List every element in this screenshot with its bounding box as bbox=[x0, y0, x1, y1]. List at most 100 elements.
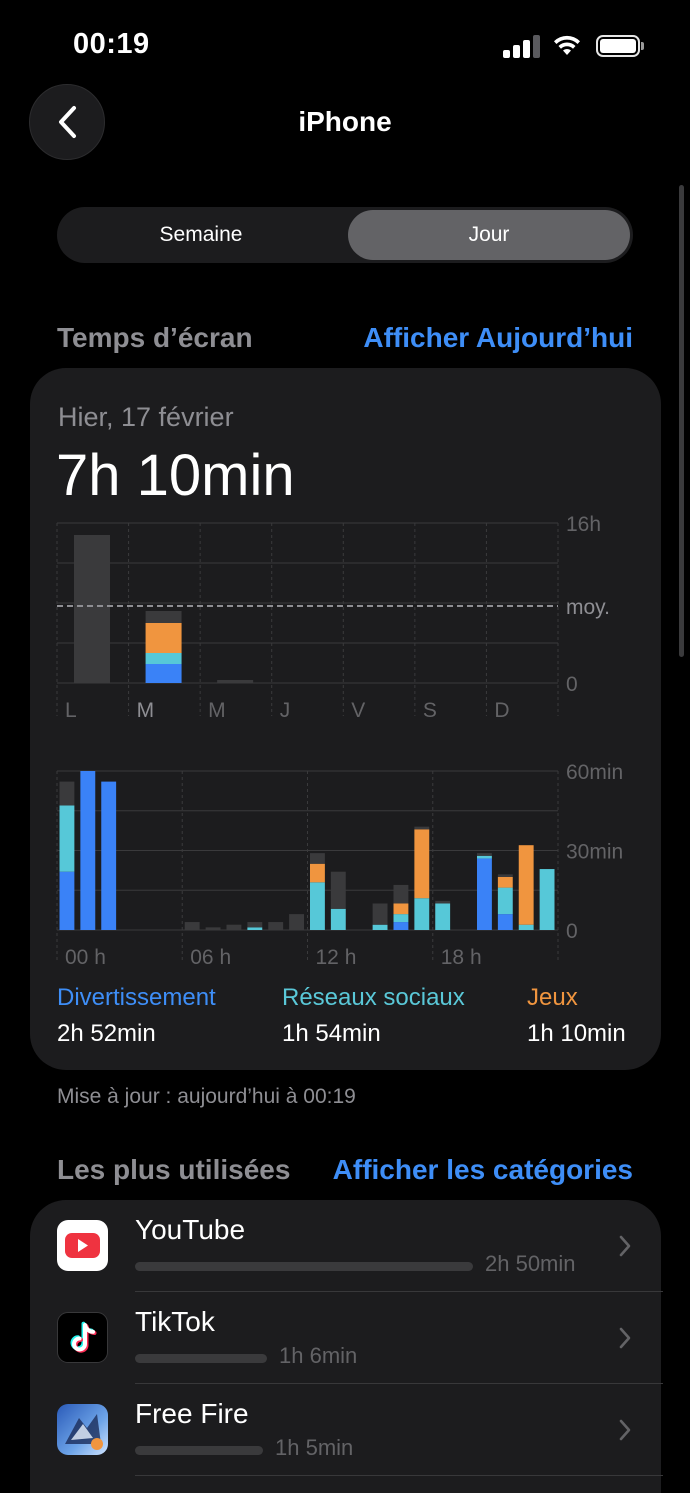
x-tick-label: V bbox=[351, 699, 365, 722]
x-tick-label: D bbox=[494, 699, 509, 722]
scroll-indicator[interactable] bbox=[679, 185, 684, 657]
bar-segment bbox=[330, 871, 346, 909]
usage-bar bbox=[135, 1354, 267, 1363]
bar-segment bbox=[372, 924, 388, 930]
x-tick-label: M bbox=[137, 699, 155, 722]
bar-segment bbox=[497, 887, 513, 915]
status-time: 00:19 bbox=[73, 28, 150, 60]
bar-segment bbox=[310, 853, 325, 864]
legend-item-entertainment: Divertissement 2h 52min bbox=[57, 984, 216, 1048]
x-tick-label: 00 h bbox=[65, 946, 106, 969]
bar-segment bbox=[497, 914, 513, 930]
divider bbox=[135, 1475, 663, 1476]
bar-segment bbox=[393, 884, 409, 904]
bar-segment bbox=[414, 898, 430, 930]
bar-segment bbox=[226, 924, 242, 930]
bar-segment bbox=[414, 829, 430, 899]
x-tick-label: S bbox=[423, 699, 437, 722]
bar-segment bbox=[205, 927, 221, 930]
updated-label: Mise à jour : aujourd’hui à 00:19 bbox=[57, 1085, 356, 1108]
bar-segment bbox=[145, 611, 182, 623]
usage-bar bbox=[135, 1262, 473, 1271]
bar-segment bbox=[372, 903, 388, 925]
legend-name: Réseaux sociaux bbox=[282, 984, 465, 1011]
usage-charts[interactable]: 16h 0 L M M J V S Dmoy. 60min 30min 0 00 h 06 h 12 h 18… bbox=[30, 368, 661, 1070]
youtube-icon bbox=[57, 1220, 108, 1271]
y-tick-label: 30min bbox=[566, 841, 623, 864]
segment-day[interactable]: Jour bbox=[348, 210, 630, 260]
bar-segment bbox=[145, 664, 182, 683]
bar-segment bbox=[393, 903, 409, 915]
page-title: iPhone bbox=[298, 106, 392, 137]
chevron-right-icon bbox=[619, 1419, 631, 1441]
legend-item-games: Jeux 1h 10min bbox=[527, 984, 626, 1048]
chevron-right-icon bbox=[619, 1327, 631, 1349]
app-name: TikTok bbox=[135, 1306, 215, 1337]
bar-segment bbox=[497, 877, 513, 888]
battery-icon bbox=[596, 35, 644, 57]
bar-segment bbox=[477, 855, 492, 859]
usage-bar bbox=[135, 1446, 263, 1455]
bar-segment bbox=[435, 900, 451, 904]
app-row-tiktok[interactable]: TikTok 1h 6min bbox=[30, 1292, 661, 1384]
bar-segment bbox=[310, 882, 325, 930]
bar-segment bbox=[59, 871, 75, 930]
wifi-icon bbox=[554, 35, 580, 55]
bar-segment bbox=[435, 903, 451, 930]
bar-segment bbox=[59, 781, 75, 806]
cellular-signal-icon bbox=[503, 34, 543, 58]
screen-time-title: Temps d’écran bbox=[57, 322, 253, 353]
y-tick-label: 0 bbox=[566, 673, 578, 696]
bar-segment bbox=[289, 914, 304, 930]
bar-segment bbox=[477, 858, 492, 930]
bar-segment bbox=[145, 623, 182, 653]
bar-segment bbox=[145, 653, 182, 664]
bar-segment bbox=[247, 922, 263, 928]
app-name: Free Fire bbox=[135, 1398, 249, 1429]
bar-segment bbox=[477, 853, 492, 856]
show-categories-link[interactable]: Afficher les catégories bbox=[333, 1154, 633, 1186]
x-tick-label: 06 h bbox=[190, 946, 231, 969]
most-used-title: Les plus utilisées bbox=[57, 1154, 291, 1185]
y-tick-label: 0 bbox=[566, 920, 578, 943]
y-tick-label: 16h bbox=[566, 513, 601, 536]
app-time: 1h 5min bbox=[275, 1435, 354, 1460]
most-used-header: Les plus utilisées Afficher les catégori… bbox=[57, 1154, 633, 1186]
bar-segment bbox=[184, 922, 200, 930]
legend-name: Divertissement bbox=[57, 984, 216, 1011]
x-tick-label: 18 h bbox=[441, 946, 482, 969]
bar-segment bbox=[268, 922, 284, 930]
period-segmented-control: Semaine Jour bbox=[57, 207, 633, 263]
bar-segment bbox=[330, 908, 346, 930]
app-row-youtube[interactable]: YouTube 2h 50min bbox=[30, 1200, 661, 1292]
legend-value: 1h 54min bbox=[282, 1020, 381, 1047]
bar-segment bbox=[518, 924, 534, 930]
bar-segment bbox=[310, 863, 325, 883]
bar-segment bbox=[80, 771, 96, 930]
bar-segment bbox=[217, 680, 254, 683]
bar-segment bbox=[74, 535, 110, 683]
free-fire-icon bbox=[57, 1404, 108, 1455]
bar-segment bbox=[393, 922, 409, 930]
app-name: YouTube bbox=[135, 1214, 246, 1245]
bar-segment bbox=[414, 826, 430, 830]
tiktok-icon bbox=[57, 1312, 108, 1363]
x-tick-label: M bbox=[208, 699, 226, 722]
legend-name: Jeux bbox=[527, 984, 578, 1011]
bar-segment bbox=[247, 927, 263, 930]
average-label: moy. bbox=[566, 596, 610, 619]
bar-segment bbox=[393, 914, 409, 923]
app-time: 2h 50min bbox=[485, 1251, 576, 1276]
app-row-free-fire[interactable]: Free Fire 1h 5min bbox=[30, 1384, 661, 1476]
chevron-right-icon bbox=[619, 1235, 631, 1257]
legend-item-social: Réseaux sociaux 1h 54min bbox=[282, 984, 465, 1048]
show-today-link[interactable]: Afficher Aujourd’hui bbox=[363, 322, 633, 354]
legend-value: 2h 52min bbox=[57, 1020, 156, 1047]
bar-segment bbox=[497, 874, 513, 877]
y-tick-label: 60min bbox=[566, 761, 623, 784]
bar-segment bbox=[101, 781, 117, 930]
x-tick-label: 12 h bbox=[316, 946, 357, 969]
status-bar: 00:19 bbox=[0, 0, 690, 90]
segment-week[interactable]: Semaine bbox=[60, 210, 342, 260]
bar-segment bbox=[518, 845, 534, 925]
